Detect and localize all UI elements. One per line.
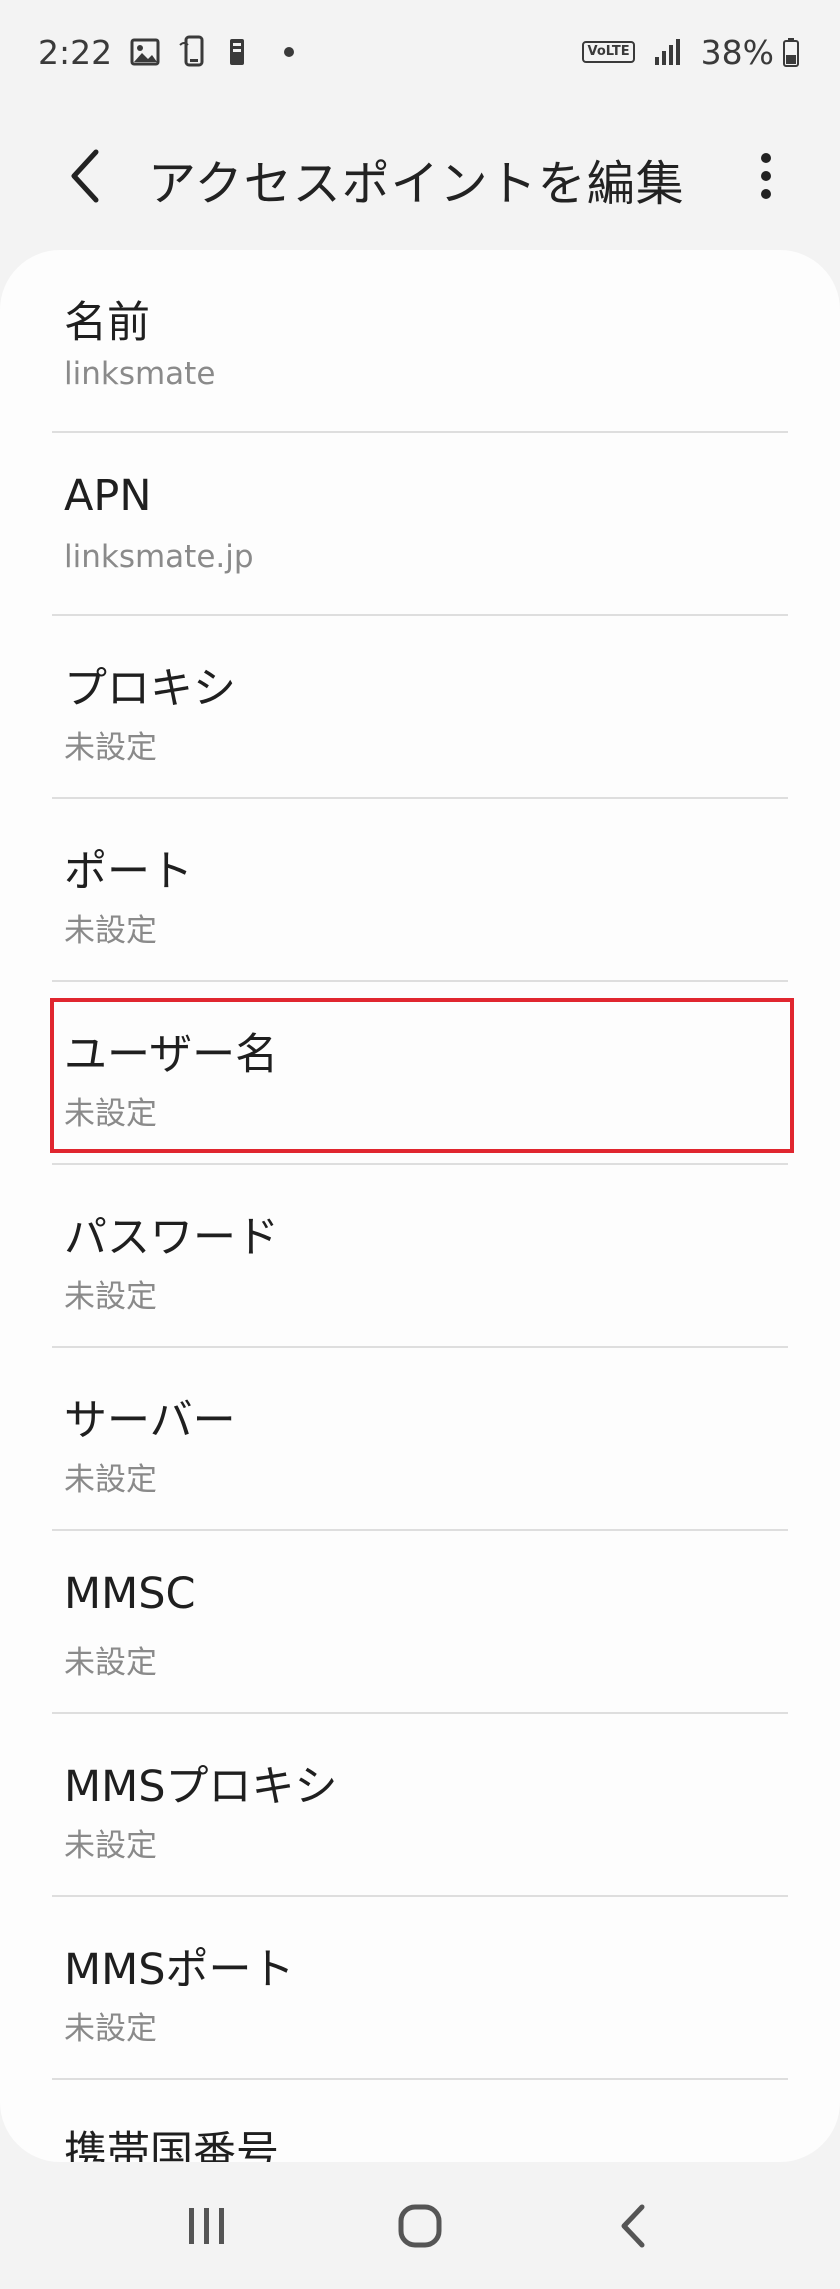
apn-item-mmsc[interactable]: MMSC 未設定 (52, 1531, 788, 1714)
image-notification-icon (130, 37, 160, 67)
item-label: 携帯国番号 (64, 2128, 279, 2162)
item-value: 未設定 (64, 730, 157, 766)
status-bar: 2:22 VoLTE 38% (0, 0, 840, 104)
item-label: MMSC (64, 1569, 196, 1619)
item-label: 名前 (64, 298, 150, 348)
item-label: サーバー (64, 1396, 236, 1446)
item-value: 未設定 (64, 2011, 157, 2047)
more-vertical-icon (761, 153, 771, 199)
app-bar: アクセスポイントを編集 (0, 104, 840, 254)
apn-item-password[interactable]: パスワード 未設定 (52, 1165, 788, 1348)
apn-item-server[interactable]: サーバー 未設定 (52, 1348, 788, 1531)
battery-percent: 38% (700, 32, 774, 72)
apn-item-mcc[interactable]: 携帯国番号 (52, 2080, 788, 2162)
item-value: 未設定 (64, 1279, 157, 1315)
battery-icon (782, 37, 800, 67)
item-label: APN (64, 471, 152, 521)
page-title: アクセスポイントを編集 (148, 156, 685, 212)
more-options-button[interactable] (726, 126, 806, 226)
chevron-left-icon (71, 149, 99, 203)
more-notifications-dot-icon (284, 47, 295, 57)
volte-badge: VoLTE (582, 41, 635, 63)
apn-item-apn[interactable]: APN linksmate.jp (52, 433, 788, 616)
signal-icon (653, 37, 683, 67)
item-label: パスワード (64, 1213, 279, 1263)
apn-item-username[interactable]: ユーザー名 未設定 (50, 982, 794, 1165)
item-value: linksmate.jp (64, 539, 254, 575)
item-value: 未設定 (64, 1645, 157, 1681)
home-icon (398, 2204, 442, 2247)
apn-settings-list: 名前 linksmate APN linksmate.jp プロキシ 未設定 ポ… (0, 250, 840, 2162)
item-value: 未設定 (64, 913, 157, 949)
status-time: 2:22 (38, 32, 113, 72)
item-value: 未設定 (64, 1096, 157, 1132)
item-label: MMSポート (64, 1945, 295, 1995)
item-label: MMSプロキシ (64, 1762, 338, 1812)
apn-item-name[interactable]: 名前 linksmate (52, 250, 788, 433)
phone-settings-icon (178, 35, 208, 69)
device-icon (226, 37, 248, 67)
item-label: プロキシ (64, 664, 236, 714)
apn-item-mms-port[interactable]: MMSポート 未設定 (52, 1897, 788, 2080)
navigation-bar (0, 2162, 840, 2289)
item-label: ユーザー名 (64, 1030, 279, 1080)
home-button[interactable] (360, 2181, 480, 2271)
recent-apps-icon (188, 2207, 224, 2244)
item-value: 未設定 (64, 1828, 157, 1864)
recent-apps-button[interactable] (147, 2181, 267, 2271)
apn-item-port[interactable]: ポート 未設定 (52, 799, 788, 982)
apn-item-mms-proxy[interactable]: MMSプロキシ 未設定 (52, 1714, 788, 1897)
item-value: 未設定 (64, 1462, 157, 1498)
nav-back-button[interactable] (573, 2181, 693, 2271)
back-arrow-icon (621, 2204, 645, 2247)
item-label: ポート (64, 847, 193, 897)
item-value: linksmate (64, 356, 216, 392)
back-button[interactable] (52, 126, 116, 226)
apn-item-proxy[interactable]: プロキシ 未設定 (52, 616, 788, 799)
status-left: 2:22 (38, 32, 295, 72)
status-right: VoLTE 38% (582, 33, 800, 72)
